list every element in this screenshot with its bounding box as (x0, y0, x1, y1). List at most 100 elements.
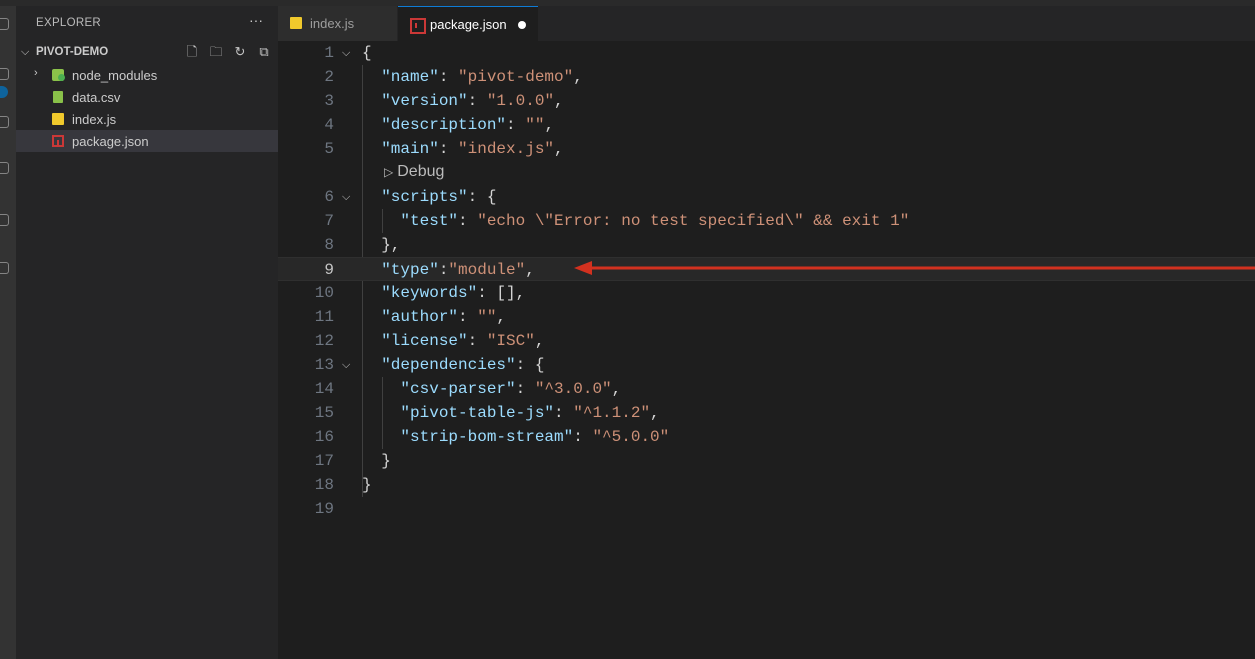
refresh-icon[interactable]: ↻ (232, 44, 248, 60)
line-number: 11 (314, 308, 334, 326)
line-number: 3 (324, 92, 334, 110)
code-line[interactable]: 10 "keywords": [], (278, 281, 1255, 305)
code-line[interactable]: 16 "strip-bom-stream": "^5.0.0" (278, 425, 1255, 449)
tab-label: package.json (430, 17, 507, 32)
fold-chevron-icon[interactable]: ⌵ (342, 185, 350, 209)
code-line[interactable]: 13 ⌵ "dependencies": { (278, 353, 1255, 377)
code-line[interactable]: 8 }, (278, 233, 1255, 257)
extensions-icon[interactable] (0, 214, 9, 226)
line-number: 13 (314, 356, 334, 374)
tab-label: index.js (310, 16, 355, 31)
chevron-down-icon[interactable]: ⌵ (21, 46, 29, 59)
line-number: 18 (314, 476, 334, 494)
code-text: "description": "", (381, 116, 555, 134)
js-file-icon (290, 17, 302, 29)
tree-item-label: data.csv (72, 90, 121, 105)
editor-tab-bar: index.js package.json (278, 6, 1255, 41)
line-number: 4 (324, 116, 334, 134)
code-text: "dependencies": { (381, 356, 545, 374)
code-text: "version": "1.0.0", (381, 92, 564, 110)
tree-item-index-js[interactable]: index.js (16, 108, 278, 130)
code-text: "strip-bom-stream": "^5.0.0" (400, 428, 670, 446)
code-line[interactable]: 14 "csv-parser": "^3.0.0", (278, 377, 1255, 401)
code-line[interactable]: 12 "license": "ISC", (278, 329, 1255, 353)
more-actions-button[interactable]: ··· (249, 12, 263, 28)
fold-chevron-icon[interactable]: ⌵ (342, 41, 350, 65)
code-line[interactable]: 6 ⌵ "scripts": { (278, 185, 1255, 209)
line-number: 1 (324, 44, 334, 62)
explorer-sidebar: EXPLORER ··· ⌵ PIVOT-DEMO 🗋 🗀 ↻ ⧉ › node… (16, 6, 278, 659)
code-line[interactable]: 15 "pivot-table-js": "^1.1.2", (278, 401, 1255, 425)
line-number: 16 (314, 428, 334, 446)
project-actions: 🗋 🗀 ↻ ⧉ (184, 44, 272, 60)
new-folder-icon[interactable]: 🗀 (208, 44, 224, 60)
project-header[interactable]: ⌵ PIVOT-DEMO 🗋 🗀 ↻ ⧉ (16, 42, 278, 64)
code-text: }, (381, 236, 401, 254)
unsaved-dot-icon[interactable] (518, 21, 526, 29)
explorer-icon[interactable] (0, 68, 9, 80)
new-file-icon[interactable]: 🗋 (184, 44, 200, 60)
debug-codelens[interactable]: ▷ Debug (384, 161, 444, 183)
tree-item-label: node_modules (72, 68, 158, 83)
code-text: { (362, 44, 372, 62)
search-icon[interactable] (0, 18, 9, 30)
folder-icon (52, 69, 65, 81)
code-line[interactable]: 7 "test": "echo \"Error: no test specifi… (278, 209, 1255, 233)
code-line[interactable]: 4 "description": "", (278, 113, 1255, 137)
line-number: 9 (324, 261, 334, 279)
code-text: "author": "", (381, 308, 507, 326)
line-number: 2 (324, 68, 334, 86)
line-number: 17 (314, 452, 334, 470)
code-text: "license": "ISC", (381, 332, 545, 350)
source-control-icon[interactable] (0, 116, 9, 128)
collapse-all-icon[interactable]: ⧉ (256, 44, 272, 60)
line-number: 7 (324, 212, 334, 230)
line-number: 14 (314, 380, 334, 398)
code-line[interactable]: 18 } (278, 473, 1255, 497)
tree-item-label: package.json (72, 134, 149, 149)
code-line[interactable]: 5 "main": "index.js", (278, 137, 1255, 161)
chevron-right-icon[interactable]: › (34, 67, 38, 79)
npm-file-icon (52, 135, 64, 147)
code-text: "keywords": [], (381, 284, 526, 302)
code-line[interactable]: 2 "name": "pivot-demo", (278, 65, 1255, 89)
remote-icon[interactable] (0, 262, 9, 274)
tree-item-label: index.js (72, 112, 117, 127)
line-number: 15 (314, 404, 334, 422)
tree-item-data-csv[interactable]: data.csv (16, 86, 278, 108)
js-file-icon (52, 113, 64, 125)
code-text: "scripts": { (381, 188, 497, 206)
line-number: 19 (314, 500, 334, 518)
run-debug-icon[interactable] (0, 162, 9, 174)
line-number: 12 (314, 332, 334, 350)
activity-bar (0, 6, 16, 659)
fold-chevron-icon[interactable]: ⌵ (342, 353, 350, 377)
code-text: "main": "index.js", (381, 140, 564, 158)
npm-file-icon (410, 18, 426, 34)
code-text: "name": "pivot-demo", (381, 68, 583, 86)
code-line[interactable]: 17 } (278, 449, 1255, 473)
explorer-title: EXPLORER (36, 17, 102, 29)
code-text: "csv-parser": "^3.0.0", (400, 380, 622, 398)
code-text: "type":"module", (381, 261, 535, 279)
code-line[interactable]: 11 "author": "", (278, 305, 1255, 329)
tree-item-package-json[interactable]: package.json (16, 130, 278, 152)
play-icon: ▷ (384, 165, 394, 179)
code-line-current[interactable]: 9 "type":"module", (278, 257, 1255, 281)
code-text: "test": "echo \"Error: no test specified… (400, 212, 910, 230)
tree-item-node-modules[interactable]: › node_modules (16, 64, 278, 86)
code-text: "pivot-table-js": "^1.1.2", (400, 404, 660, 422)
code-text: } (381, 452, 391, 470)
tab-index-js[interactable]: index.js (278, 6, 397, 41)
code-editor[interactable]: 1 ⌵ { 2 "name": "pivot-demo", 3 "version… (278, 41, 1255, 659)
project-name: PIVOT-DEMO (36, 46, 109, 58)
code-line[interactable]: 19 (278, 497, 1255, 521)
line-number: 6 (324, 188, 334, 206)
csv-file-icon (53, 91, 63, 103)
line-number: 10 (314, 284, 334, 302)
code-line[interactable]: 3 "version": "1.0.0", (278, 89, 1255, 113)
line-number: 8 (324, 236, 334, 254)
code-line[interactable]: 1 ⌵ { (278, 41, 1255, 65)
tab-package-json[interactable]: package.json (398, 6, 538, 41)
notification-badge (0, 86, 8, 98)
